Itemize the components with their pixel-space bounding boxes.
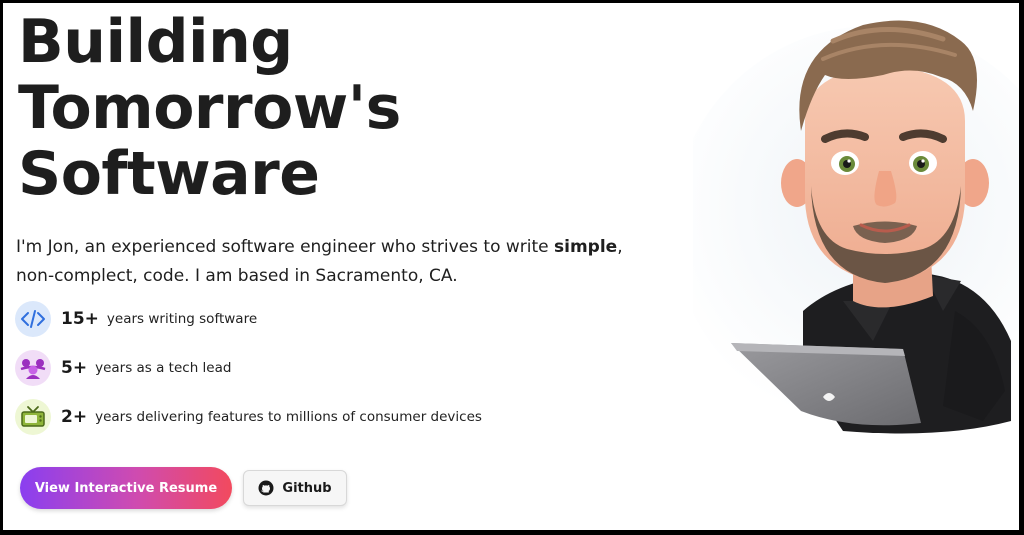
stat-item-tech-lead: 5+ years as a tech lead [15, 349, 231, 387]
code-icon [15, 301, 51, 337]
github-icon [258, 480, 274, 496]
hero-title-line-2: Tomorrow's [18, 73, 401, 143]
tv-icon [15, 399, 51, 435]
hero-title-line-1: Building [18, 7, 293, 77]
intro-emphasis: simple [554, 237, 618, 257]
team-icon [15, 350, 51, 386]
stat-item-writing: 15+ years writing software [15, 300, 257, 338]
page-frame: Building Tomorrow's Software I'm Jon, an… [2, 2, 1020, 531]
stat-number: 5+ [61, 358, 88, 378]
stat-number: 2+ [61, 407, 88, 427]
stat-item-consumer-devices: 2+ years delivering features to millions… [15, 398, 482, 436]
avatar [693, 20, 1019, 434]
stat-label: years writing software [106, 311, 258, 327]
hero-title: Building Tomorrow's Software [18, 9, 401, 207]
stat-number: 15+ [61, 309, 99, 329]
intro-text-start: I'm Jon, an experienced software enginee… [16, 237, 555, 257]
hero-title-line-3: Software [18, 139, 320, 209]
github-button-label: Github [282, 480, 332, 496]
github-button[interactable]: Github [243, 470, 347, 506]
view-interactive-resume-button[interactable]: View Interactive Resume [20, 467, 232, 509]
stat-label: years delivering features to millions of… [95, 409, 482, 425]
hero-intro: I'm Jon, an experienced software enginee… [16, 233, 656, 291]
stat-label: years as a tech lead [95, 360, 232, 376]
